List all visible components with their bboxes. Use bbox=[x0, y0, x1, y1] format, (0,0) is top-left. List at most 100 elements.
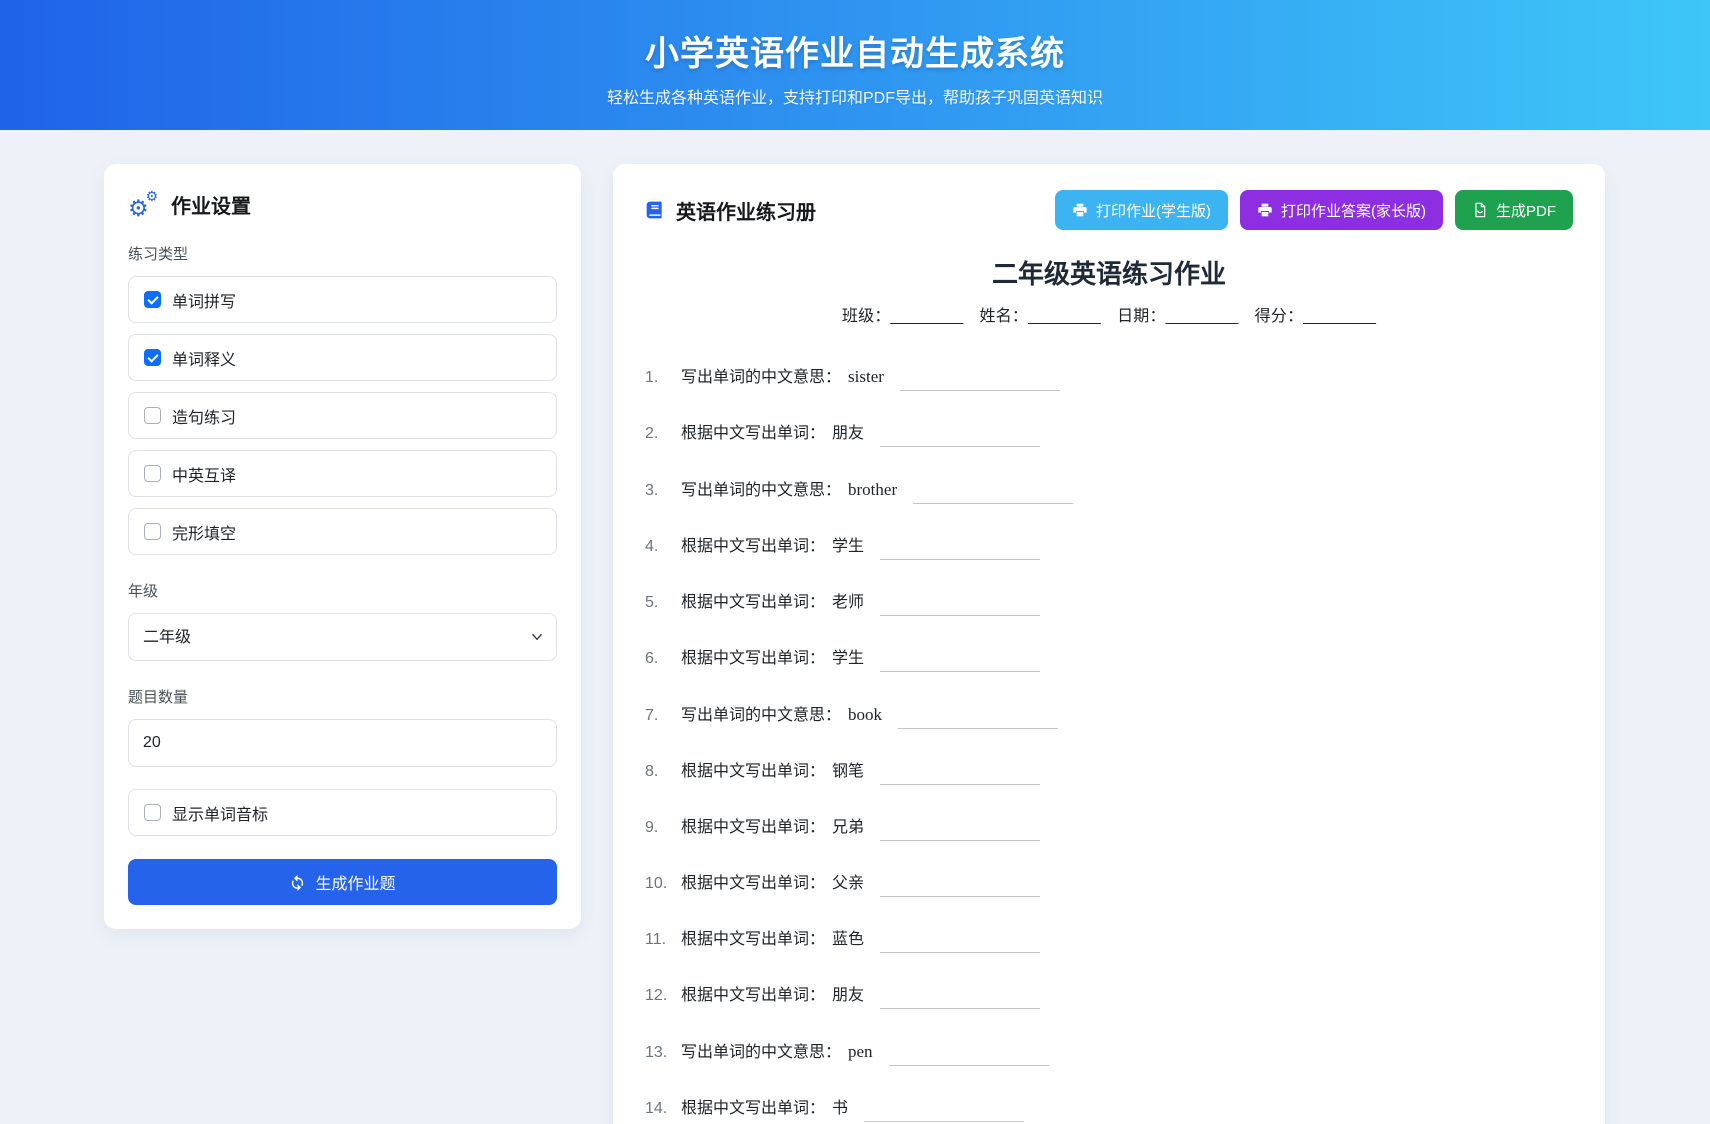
settings-panel-header: ⚙⚙ 作业设置 bbox=[128, 190, 557, 219]
question-number: 14. bbox=[645, 1096, 671, 1122]
question-row: 10. 根据中文写出单词： 父亲 bbox=[645, 871, 1573, 897]
question-number: 8. bbox=[645, 759, 671, 785]
question-row: 11. 根据中文写出单词：蓝色 bbox=[645, 927, 1573, 953]
exercise-type-option[interactable]: 中英互译 bbox=[128, 450, 557, 497]
checkbox[interactable] bbox=[144, 291, 161, 308]
question-prompt: 根据中文写出单词： bbox=[681, 425, 825, 442]
question-text: 写出单词的中文意思： pen bbox=[681, 1039, 873, 1066]
question-word: 蓝色 bbox=[832, 931, 864, 948]
question-prompt: 写出单词的中文意思： bbox=[681, 1044, 841, 1061]
question-text: 写出单词的中文意思： brother bbox=[681, 477, 897, 504]
question-text: 根据中文写出单词： 兄弟 bbox=[681, 815, 864, 841]
question-word: brother bbox=[848, 480, 897, 499]
question-number: 7. bbox=[645, 703, 671, 729]
app-subtitle: 轻松生成各种英语作业，支持打印和PDF导出，帮助孩子巩固英语知识 bbox=[0, 84, 1710, 108]
book-icon bbox=[645, 200, 665, 220]
exercise-type-label-text: 单词释义 bbox=[172, 346, 236, 370]
app-header: 小学英语作业自动生成系统 轻松生成各种英语作业，支持打印和PDF导出，帮助孩子巩… bbox=[0, 0, 1710, 130]
question-number: 3. bbox=[645, 478, 671, 504]
phonetic-label: 显示单词音标 bbox=[172, 801, 268, 825]
answer-blank bbox=[889, 1065, 1049, 1066]
question-word: 学生 bbox=[832, 650, 864, 667]
question-word: 学生 bbox=[832, 538, 864, 555]
question-prompt: 根据中文写出单词： bbox=[681, 763, 825, 780]
workbook-title: 英语作业练习册 bbox=[676, 196, 816, 225]
answer-blank bbox=[880, 615, 1040, 616]
question-word: 兄弟 bbox=[832, 819, 864, 836]
file-pdf-icon bbox=[1472, 202, 1488, 218]
question-word: pen bbox=[848, 1042, 873, 1061]
question-row: 13. 写出单词的中文意思：pen bbox=[645, 1039, 1573, 1066]
question-prompt: 根据中文写出单词： bbox=[681, 875, 825, 892]
workbook-panel: 英语作业练习册 打印作业(学生版) 打印作业答案(家长版) 生成PDF bbox=[613, 164, 1605, 1124]
question-prompt: 根据中文写出单词： bbox=[681, 538, 825, 555]
grade-label: 年级 bbox=[128, 580, 557, 601]
answer-blank bbox=[880, 446, 1040, 447]
grade-select-wrap: 二年级 bbox=[128, 613, 557, 661]
question-count-input[interactable] bbox=[128, 719, 557, 767]
print-answers-button[interactable]: 打印作业答案(家长版) bbox=[1240, 190, 1443, 230]
answer-blank bbox=[880, 1008, 1040, 1009]
checkbox[interactable] bbox=[144, 407, 161, 424]
workbook-header: 英语作业练习册 打印作业(学生版) 打印作业答案(家长版) 生成PDF bbox=[645, 190, 1573, 230]
question-prompt: 写出单词的中文意思： bbox=[681, 482, 841, 499]
question-word: 朋友 bbox=[832, 987, 864, 1004]
question-row: 6. 根据中文写出单词：学生 bbox=[645, 646, 1573, 672]
question-row: 14. 根据中文写出单词：书 bbox=[645, 1096, 1573, 1122]
print-answers-label: 打印作业答案(家长版) bbox=[1281, 200, 1426, 221]
question-word: book bbox=[848, 705, 882, 724]
question-list: 1. 写出单词的中文意思：sister 2. 根据中文写出单词：朋友 3. 写出… bbox=[645, 364, 1573, 1122]
question-text: 根据中文写出单词：朋友 bbox=[681, 983, 864, 1009]
print-student-label: 打印作业(学生版) bbox=[1096, 200, 1211, 221]
question-text: 写出单词的中文意思： sister bbox=[681, 364, 884, 391]
checkbox[interactable] bbox=[144, 523, 161, 540]
checkbox[interactable] bbox=[144, 465, 161, 482]
exercise-type-option[interactable]: 单词释义 bbox=[128, 334, 557, 381]
question-text: 根据中文写出单词： 老师 bbox=[681, 590, 864, 616]
exercise-type-option[interactable]: 造句练习 bbox=[128, 392, 557, 439]
gears-icon: ⚙⚙ bbox=[128, 192, 159, 218]
question-word: 老师 bbox=[832, 594, 864, 611]
question-text: 写出单词的中文意思：book bbox=[681, 702, 882, 729]
question-number: 11. bbox=[645, 927, 671, 953]
phonetic-option[interactable]: 显示单词音标 bbox=[128, 789, 557, 836]
question-number: 10. bbox=[645, 871, 671, 897]
exercise-type-label-text: 单词拼写 bbox=[172, 288, 236, 312]
worksheet-info-line: 班级：________ 姓名：________ 日期：________ 得分：_… bbox=[645, 302, 1573, 326]
count-label: 题目数量 bbox=[128, 686, 557, 707]
checkbox[interactable] bbox=[144, 349, 161, 366]
print-student-button[interactable]: 打印作业(学生版) bbox=[1055, 190, 1228, 230]
answer-blank bbox=[913, 503, 1073, 504]
question-prompt: 根据中文写出单词： bbox=[681, 1100, 825, 1117]
answer-blank bbox=[880, 896, 1040, 897]
grade-select[interactable]: 二年级 bbox=[128, 613, 557, 661]
question-row: 2. 根据中文写出单词：朋友 bbox=[645, 421, 1573, 447]
app-title: 小学英语作业自动生成系统 bbox=[0, 0, 1710, 75]
question-prompt: 根据中文写出单词： bbox=[681, 594, 825, 611]
question-row: 12. 根据中文写出单词：朋友 bbox=[645, 983, 1573, 1009]
exercise-type-option[interactable]: 单词拼写 bbox=[128, 276, 557, 323]
printer-icon bbox=[1257, 202, 1273, 218]
question-number: 9. bbox=[645, 815, 671, 841]
question-word: sister bbox=[848, 367, 884, 386]
answer-blank bbox=[900, 390, 1060, 391]
generate-pdf-button[interactable]: 生成PDF bbox=[1455, 190, 1573, 230]
question-row: 8. 根据中文写出单词：钢笔 bbox=[645, 759, 1573, 785]
question-prompt: 写出单词的中文意思： bbox=[681, 369, 841, 386]
generate-button-label: 生成作业题 bbox=[315, 870, 395, 894]
answer-blank bbox=[864, 1121, 1024, 1122]
answer-blank bbox=[880, 559, 1040, 560]
workbook-toolbar: 打印作业(学生版) 打印作业答案(家长版) 生成PDF bbox=[1055, 190, 1573, 230]
question-number: 12. bbox=[645, 983, 671, 1009]
phonetic-checkbox[interactable] bbox=[144, 804, 161, 821]
question-row: 1. 写出单词的中文意思：sister bbox=[645, 364, 1573, 391]
question-prompt: 根据中文写出单词： bbox=[681, 819, 825, 836]
answer-blank bbox=[880, 784, 1040, 785]
printer-icon bbox=[1072, 202, 1088, 218]
question-text: 根据中文写出单词： 父亲 bbox=[681, 871, 864, 897]
generate-button[interactable]: 生成作业题 bbox=[128, 859, 557, 905]
worksheet: 二年级英语练习作业 班级：________ 姓名：________ 日期：___… bbox=[645, 254, 1573, 1122]
exercise-type-option[interactable]: 完形填空 bbox=[128, 508, 557, 555]
worksheet-title: 二年级英语练习作业 bbox=[645, 254, 1573, 291]
question-word: 父亲 bbox=[832, 875, 864, 892]
